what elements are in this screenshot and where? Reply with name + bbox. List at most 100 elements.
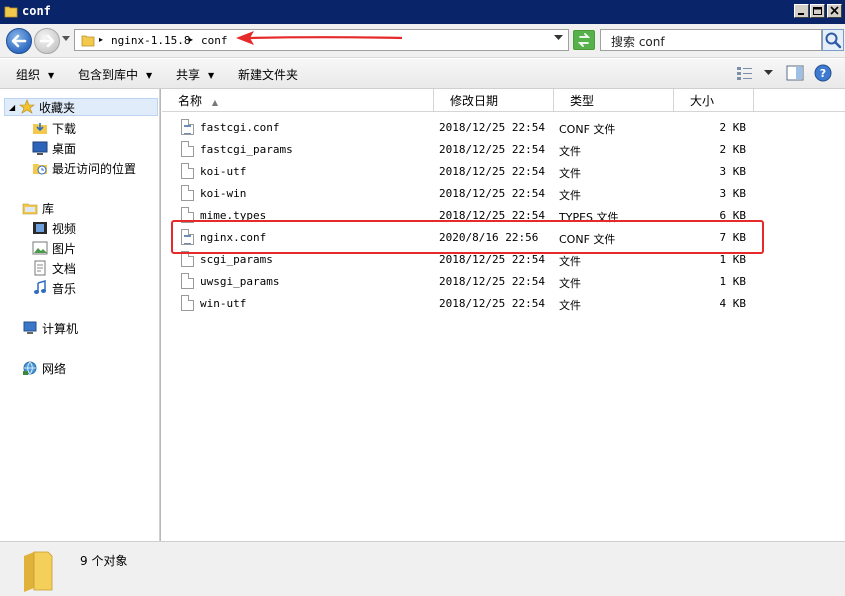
annotation-arrow-icon (236, 31, 403, 45)
search-button[interactable] (822, 29, 844, 51)
column-header-size[interactable]: 大小 (674, 89, 754, 111)
sidebar-item-favorites[interactable]: ◢ 收藏夹 (4, 98, 158, 116)
back-button[interactable] (6, 28, 32, 54)
command-toolbar: 组织 ▼ 包含到库中 ▼ 共享 ▼ 新建文件夹 ? (0, 59, 845, 89)
table-row[interactable]: fastcgi_params 2018/12/25 22:54 文件 2 KB (162, 139, 845, 161)
table-row[interactable]: fastcgi.conf 2018/12/25 22:54 CONF 文件 2 KB (162, 117, 845, 139)
network-icon (23, 361, 37, 375)
maximize-button[interactable] (810, 4, 825, 18)
breadcrumb-nginx[interactable]: nginx-1.15.8 (111, 34, 190, 47)
conf-file-icon (181, 119, 194, 135)
column-header-modified[interactable]: 修改日期 (434, 89, 554, 111)
table-row[interactable]: win-utf 2018/12/25 22:54 文件 4 KB (162, 293, 845, 315)
file-size: 2 KB (719, 121, 747, 134)
file-modified: 2020/8/16 22:56 (439, 231, 539, 244)
sidebar-item-label: 文档 (52, 261, 77, 276)
file-type: TYPES 文件 (559, 211, 619, 224)
breadcrumb-separator-icon[interactable]: ▸ (189, 35, 193, 44)
file-modified: 2018/12/25 22:54 (439, 209, 545, 222)
sidebar-item-label: 收藏夹 (39, 100, 76, 115)
folder-icon (24, 551, 53, 592)
conf-file-icon (181, 229, 194, 245)
sidebar-item-network[interactable]: 网络 (22, 359, 66, 377)
sidebar-item-label: 桌面 (52, 141, 77, 156)
header-divider (162, 111, 845, 112)
file-name: fastcgi_params (200, 143, 293, 156)
file-name: koi-win (200, 187, 247, 200)
file-type: CONF 文件 (559, 123, 616, 136)
file-size: 1 KB (719, 275, 747, 288)
sidebar-item-label: 计算机 (42, 321, 79, 336)
include-in-library-label: 包含到库中 (78, 68, 139, 82)
file-type: 文件 (559, 299, 581, 312)
sidebar-item-pictures[interactable]: 图片 (32, 239, 76, 257)
file-name: fastcgi.conf (200, 121, 280, 134)
breadcrumb-separator-icon[interactable]: ▸ (99, 35, 103, 44)
collapse-icon[interactable]: ◢ (9, 103, 19, 112)
file-type: 文件 (559, 145, 581, 158)
new-folder-button[interactable]: 新建文件夹 (238, 66, 298, 83)
sidebar-item-libraries[interactable]: 库 (22, 199, 54, 217)
table-row[interactable]: koi-utf 2018/12/25 22:54 文件 3 KB (162, 161, 845, 183)
sidebar-item-documents[interactable]: 文档 (32, 259, 76, 277)
window-title: conf (22, 4, 51, 18)
search-input[interactable]: 搜索 conf (600, 29, 822, 51)
sidebar-item-label: 下载 (52, 121, 77, 136)
close-button[interactable] (827, 4, 842, 18)
forward-arrow-icon (39, 34, 55, 48)
organize-label: 组织 (16, 68, 41, 82)
table-row[interactable]: koi-win 2018/12/25 22:54 文件 3 KB (162, 183, 845, 205)
sidebar-item-music[interactable]: 音乐 (32, 279, 76, 297)
sidebar-item-videos[interactable]: 视频 (32, 219, 76, 237)
refresh-icon (577, 33, 591, 47)
file-icon (181, 295, 194, 311)
share-label: 共享 (176, 68, 201, 82)
item-count: 9 个对象 (80, 554, 128, 568)
recent-places-icon (33, 164, 47, 175)
help-icon[interactable]: ? (814, 64, 832, 82)
table-row[interactable]: scgi_params 2018/12/25 22:54 文件 1 KB (162, 249, 845, 271)
preview-pane-icon[interactable] (786, 65, 804, 81)
change-view-icon[interactable] (736, 65, 754, 81)
include-in-library-menu[interactable]: 包含到库中 ▼ (78, 66, 152, 83)
file-modified: 2018/12/25 22:54 (439, 187, 545, 200)
column-header-name[interactable]: 名称 ▲ (162, 89, 434, 111)
file-modified: 2018/12/25 22:54 (439, 143, 545, 156)
sort-ascending-icon: ▲ (211, 98, 218, 107)
file-size: 7 KB (719, 231, 747, 244)
sidebar-item-desktop[interactable]: 桌面 (32, 139, 76, 157)
address-dropdown-icon[interactable] (554, 35, 563, 41)
downloads-folder-icon (33, 123, 47, 134)
recent-pages-chevron-icon[interactable] (62, 36, 70, 42)
organize-menu[interactable]: 组织 ▼ (16, 66, 54, 83)
new-folder-label: 新建文件夹 (238, 68, 299, 82)
documents-icon (34, 260, 46, 276)
file-size: 6 KB (719, 209, 747, 222)
share-menu[interactable]: 共享 ▼ (176, 66, 214, 83)
sidebar-item-computer[interactable]: 计算机 (22, 319, 78, 337)
sidebar-item-label: 库 (42, 201, 55, 216)
chevron-down-icon: ▼ (48, 71, 55, 80)
table-row[interactable]: uwsgi_params 2018/12/25 22:54 文件 1 KB (162, 271, 845, 293)
pane-splitter[interactable] (160, 89, 161, 541)
breadcrumb-conf[interactable]: conf (201, 34, 228, 47)
sidebar-item-downloads[interactable]: 下载 (32, 119, 76, 137)
sidebar-item-recent-places[interactable]: 最近访问的位置 (32, 159, 136, 177)
view-options-chevron-icon[interactable] (764, 70, 773, 76)
sidebar-item-label: 视频 (52, 221, 77, 236)
column-header-type[interactable]: 类型 (554, 89, 674, 111)
forward-button[interactable] (34, 28, 60, 54)
file-list: 名称 ▲ 修改日期 类型 大小 fastcgi.conf 2018/12/25 2… (162, 89, 845, 541)
pictures-icon (32, 241, 48, 255)
file-name: uwsgi_params (200, 275, 280, 288)
table-row[interactable]: mime.types 2018/12/25 22:54 TYPES 文件 6 KB (162, 205, 845, 227)
file-type: 文件 (559, 255, 581, 268)
file-modified: 2018/12/25 22:54 (439, 275, 545, 288)
file-modified: 2018/12/25 22:54 (439, 165, 545, 178)
refresh-button[interactable] (573, 30, 595, 50)
table-row[interactable]: nginx.conf 2020/8/16 22:56 CONF 文件 7 KB (162, 227, 845, 249)
minimize-button[interactable] (794, 4, 809, 18)
navigation-pane: ◢ 收藏夹 下载 桌面 最近访问的位置 库 视频 图片 文档 音乐 计算机 网络 (0, 89, 160, 541)
details-pane: 9 个对象 (0, 541, 845, 596)
file-type: 文件 (559, 277, 581, 290)
